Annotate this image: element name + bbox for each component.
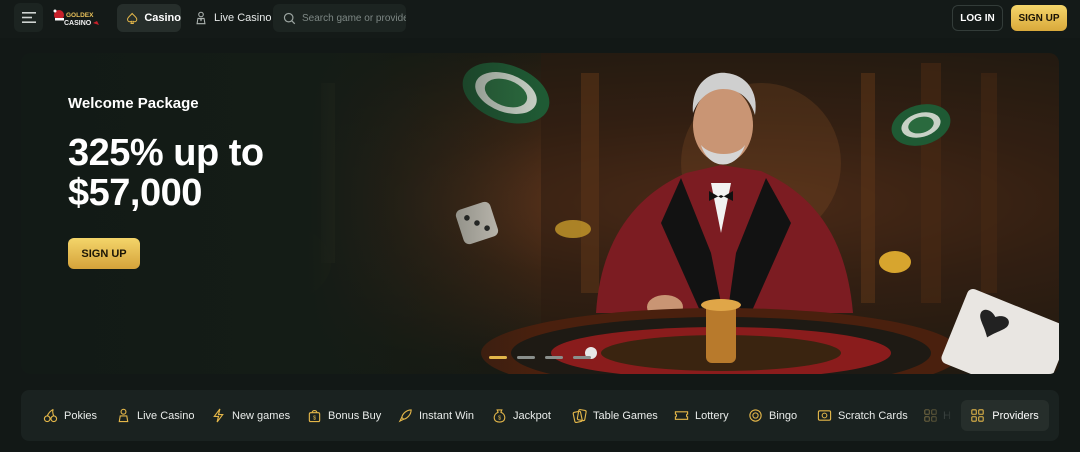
carousel-dot[interactable] bbox=[573, 356, 591, 359]
hamburger-icon bbox=[21, 12, 36, 23]
logo[interactable]: GOLDEX CASINO bbox=[52, 6, 104, 30]
nav-live-casino[interactable]: Live Casino bbox=[194, 4, 271, 32]
category-label: Table Games bbox=[593, 409, 658, 422]
signup-button-banner[interactable]: SIGN UP bbox=[68, 238, 140, 269]
promo-label: Welcome Package bbox=[68, 95, 199, 112]
category-lottery[interactable]: Lottery bbox=[674, 390, 729, 441]
grid-icon bbox=[971, 409, 984, 422]
providers-label: Providers bbox=[992, 409, 1039, 422]
category-new-games[interactable]: New games bbox=[211, 390, 290, 441]
nav-live-casino-label: Live Casino bbox=[214, 12, 272, 24]
ticket-icon bbox=[674, 411, 689, 420]
coin-bag-icon: $ bbox=[493, 409, 506, 423]
lightning-icon bbox=[213, 408, 224, 423]
signup-button-header[interactable]: SIGN UP bbox=[1011, 5, 1067, 31]
category-pokies[interactable]: Pokies bbox=[43, 390, 97, 441]
login-button[interactable]: LOG IN bbox=[952, 5, 1003, 31]
category-label: Pokies bbox=[64, 409, 98, 422]
category-label: Scratch Cards bbox=[838, 409, 908, 422]
dealer-icon bbox=[196, 11, 206, 25]
category-jackpot[interactable]: $ Jackpot bbox=[492, 390, 551, 441]
category-label: Lottery bbox=[695, 409, 729, 422]
svg-text:$: $ bbox=[498, 416, 502, 422]
svg-text:GOLDEX: GOLDEX bbox=[66, 12, 94, 19]
promo-banner[interactable]: Welcome Package 325% up to $57,000 SIGN … bbox=[21, 53, 1059, 374]
search-box[interactable] bbox=[273, 4, 406, 32]
promo-title: 325% up to $57,000 bbox=[68, 132, 264, 214]
gift-bag-icon: $ bbox=[308, 410, 321, 423]
category-label: Instant Win bbox=[419, 409, 475, 422]
nav-casino-label: Casino bbox=[144, 12, 181, 24]
category-live-casino[interactable]: Live Casino bbox=[116, 390, 194, 441]
providers-button[interactable]: Providers bbox=[961, 400, 1049, 431]
search-input[interactable] bbox=[302, 12, 406, 24]
category-label: Jackpot bbox=[513, 409, 551, 422]
carousel-dot[interactable] bbox=[517, 356, 535, 359]
dealer-icon bbox=[118, 408, 129, 423]
category-label: Bonus Buy bbox=[328, 409, 382, 422]
nav-casino[interactable]: Casino bbox=[117, 4, 181, 32]
rocket-icon bbox=[398, 409, 412, 423]
bingo-ball-icon bbox=[749, 409, 762, 422]
scratch-card-icon bbox=[817, 410, 832, 421]
category-bingo[interactable]: Bingo bbox=[748, 390, 797, 441]
search-icon bbox=[283, 12, 296, 24]
cards-icon bbox=[572, 409, 587, 423]
carousel-dots bbox=[489, 356, 591, 359]
svg-text:CASINO: CASINO bbox=[64, 20, 92, 27]
category-fade bbox=[919, 390, 959, 441]
category-scratch-cards[interactable]: Scratch Cards bbox=[817, 390, 908, 441]
carousel-dot[interactable] bbox=[545, 356, 563, 359]
spade-icon bbox=[127, 12, 138, 24]
cherry-icon bbox=[43, 408, 58, 423]
category-label: Live Casino bbox=[137, 409, 195, 422]
category-bar: Pokies Live Casino New games $ Bonus Buy… bbox=[21, 390, 1059, 441]
category-bonus-buy[interactable]: $ Bonus Buy bbox=[307, 390, 381, 441]
category-label: New games bbox=[232, 409, 291, 422]
menu-button[interactable] bbox=[14, 3, 43, 32]
category-instant-win[interactable]: Instant Win bbox=[398, 390, 474, 441]
svg-text:$: $ bbox=[313, 416, 317, 422]
category-label: Bingo bbox=[769, 409, 798, 422]
carousel-dot[interactable] bbox=[489, 356, 507, 359]
category-table-games[interactable]: Table Games bbox=[572, 390, 658, 441]
top-header: GOLDEX CASINO Casino Live Casino LOG IN … bbox=[0, 0, 1080, 38]
